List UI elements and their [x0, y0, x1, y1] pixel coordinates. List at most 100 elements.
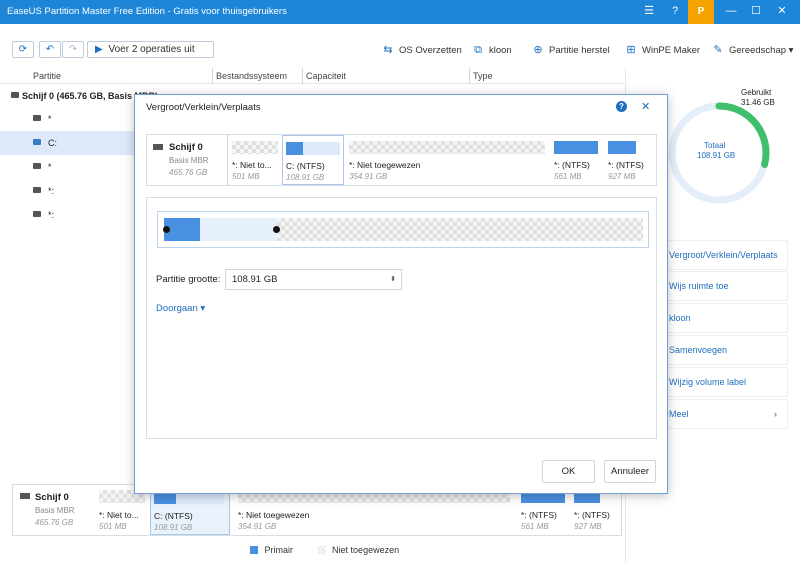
dialog-segment[interactable]: *: (NTFS) 927 MB	[605, 135, 657, 185]
segment-label: C: (NTFS)	[154, 511, 193, 521]
chevron-right-icon: ›	[774, 409, 777, 419]
disk-icon	[11, 92, 19, 98]
resize-panel: Partitie grootte: 108.91 GB ⬍ Doorgaan ▾	[146, 197, 657, 439]
help-icon[interactable]: ?	[668, 4, 682, 18]
refresh-button[interactable]: ⟳	[12, 41, 34, 58]
winpe-maker-label: WinPE Maker	[642, 45, 701, 56]
op-change-label[interactable]: Wijzig volume label	[665, 367, 788, 397]
unallocated-range	[277, 218, 643, 241]
segment-label: *: (NTFS)	[608, 160, 644, 170]
resize-dialog: Vergroot/Verklein/Verplaats ? ✕ Schijf 0…	[134, 94, 668, 494]
partition-icon	[33, 163, 41, 169]
segment-size: 927 MB	[574, 522, 602, 531]
dialog-segment[interactable]: *: Niet toegewezen 354.91 GB	[346, 135, 550, 185]
segment-bar	[349, 141, 545, 154]
redo-button[interactable]: ↷	[62, 41, 84, 58]
dialog-disk-map: Schijf 0 Basis MBR 465.76 GB *: Niet to.…	[146, 134, 657, 186]
os-migrate-tool[interactable]: ⇆ OS Overzetten	[381, 42, 462, 58]
column-header: Partitie Bestandssysteem Capaciteit Type	[0, 68, 625, 84]
disk-size: 465.76 GB	[169, 168, 208, 177]
partition-row-label: C:	[48, 138, 57, 148]
segment-label: C: (NTFS)	[286, 161, 325, 171]
winpe-maker-tool[interactable]: ⊞ WinPE Maker	[624, 42, 700, 58]
window-title: EaseUS Partition Master Free Edition - G…	[7, 6, 287, 17]
segment-label: *: (NTFS)	[554, 160, 590, 170]
segment-size: 501 MB	[232, 172, 260, 181]
col-type[interactable]: Type	[473, 71, 493, 81]
undo-button[interactable]: ↶	[39, 41, 61, 58]
minimize-icon[interactable]: —	[724, 4, 738, 18]
partition-icon	[33, 115, 41, 121]
clone-icon: ⧉	[474, 44, 482, 56]
close-icon[interactable]: ✕	[641, 100, 650, 113]
ok-button[interactable]: OK	[542, 460, 595, 483]
used-label: Gebruikt	[741, 88, 772, 97]
divider	[227, 135, 228, 185]
col-divider	[302, 68, 303, 84]
advanced-toggle[interactable]: Doorgaan ▾	[156, 303, 205, 314]
os-migrate-label: OS Overzetten	[399, 45, 462, 56]
advanced-label: Doorgaan	[156, 303, 198, 314]
segment-size: 927 MB	[608, 172, 636, 181]
resize-slider[interactable]	[157, 211, 649, 248]
op-label: Vergroot/Verklein/Verplaats	[669, 250, 778, 260]
tools-menu[interactable]: ✎ Gereedschap ▾	[711, 42, 793, 58]
play-icon: ▶	[95, 44, 103, 55]
left-drag-handle[interactable]	[163, 226, 170, 233]
op-allocate-space[interactable]: Wijs ruimte toe	[665, 271, 788, 301]
segment-bar	[286, 142, 303, 155]
legend-primary-swatch	[250, 546, 258, 554]
segment-label: *: Niet toegewezen	[238, 510, 310, 520]
partition-row-label: *:	[48, 186, 55, 196]
disk-name: Schijf 0	[35, 492, 69, 503]
upgrade-button[interactable]: P	[688, 0, 714, 24]
close-icon[interactable]: ✕	[775, 4, 789, 18]
op-merge[interactable]: Samenvoegen	[665, 335, 788, 365]
partition-recovery-tool[interactable]: ⊕ Partitie herstel	[531, 42, 609, 58]
dialog-segment[interactable]: *: (NTFS) 561 MB	[551, 135, 603, 185]
maximize-icon[interactable]: ☐	[749, 4, 763, 18]
segment-size: 108.91 GB	[286, 173, 325, 182]
segment-label: *: Niet to...	[99, 510, 139, 520]
apply-operations-button[interactable]: ▶ Voer 2 operaties uit	[87, 41, 214, 58]
help-icon[interactable]: ?	[616, 101, 627, 112]
wrench-icon: ✎	[713, 44, 723, 56]
col-filesystem[interactable]: Bestandssysteem	[216, 71, 287, 81]
cancel-button[interactable]: Annuleer	[604, 460, 656, 483]
partition-icon	[33, 187, 41, 193]
clone-tool[interactable]: ⧉ kloon	[471, 42, 512, 58]
dialog-segment-selected[interactable]: C: (NTFS) 108.91 GB	[282, 135, 344, 185]
segment-size: 108.91 GB	[154, 523, 193, 532]
op-label: Meel	[669, 409, 689, 419]
partition-icon	[33, 211, 41, 217]
chevron-down-icon: ▾	[786, 45, 794, 56]
segment-bar	[232, 141, 278, 154]
windows-icon: ⊞	[626, 44, 636, 56]
partition-size-input[interactable]: 108.91 GB ⬍	[225, 269, 402, 290]
partition-row-label: *	[48, 162, 52, 172]
dialog-segment[interactable]: *: Niet to... 501 MB	[229, 135, 281, 185]
segment-size: 354.91 GB	[238, 522, 277, 531]
col-partition[interactable]: Partitie	[33, 71, 61, 81]
disk-name: Schijf 0	[169, 142, 203, 153]
segment-bar	[608, 141, 636, 154]
segment-label: *: (NTFS)	[574, 510, 610, 520]
segment-size: 501 MB	[99, 522, 127, 531]
tools-menu-label: Gereedschap	[729, 45, 787, 56]
op-label: kloon	[669, 313, 691, 323]
refresh-icon: ⟳	[18, 44, 28, 55]
legend-unallocated-label: Niet toegewezen	[332, 545, 400, 555]
col-capacity[interactable]: Capaciteit	[306, 71, 346, 81]
undo-icon: ↶	[45, 44, 55, 55]
op-clone[interactable]: kloon	[665, 303, 788, 333]
op-resize-move[interactable]: Vergroot/Verklein/Verplaats	[665, 240, 788, 270]
segment-label: *: Niet to...	[232, 160, 272, 170]
col-divider	[212, 68, 213, 84]
op-more[interactable]: Meel ›	[665, 399, 788, 429]
spinner-icon[interactable]: ⬍	[390, 270, 396, 289]
recovery-icon: ⊕	[533, 44, 543, 56]
segment-label: *: Niet toegewezen	[349, 160, 421, 170]
used-value: 31.46 GB	[741, 98, 775, 107]
menu-icon[interactable]: ☰	[642, 4, 656, 18]
right-drag-handle[interactable]	[273, 226, 280, 233]
